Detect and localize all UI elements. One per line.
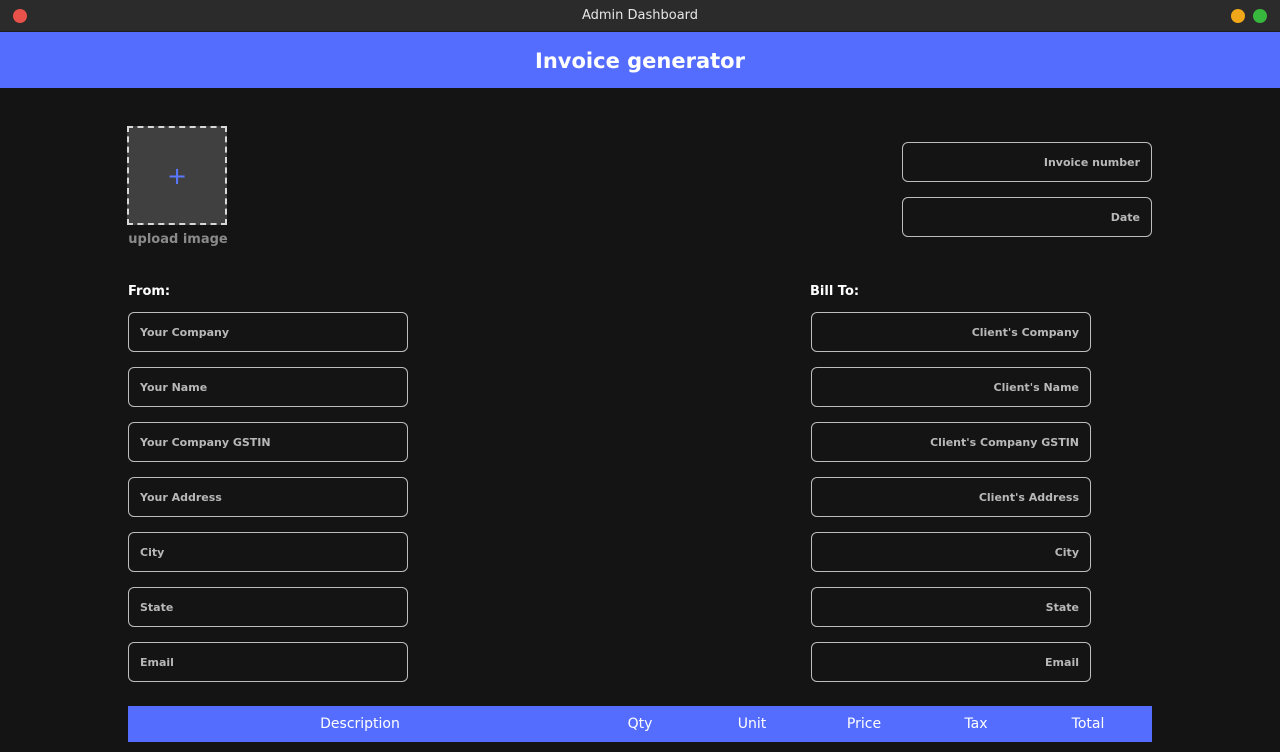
window-title: Admin Dashboard — [581, 8, 699, 23]
page-title: Invoice generator — [535, 49, 745, 73]
client-state-field[interactable] — [811, 587, 1091, 627]
app-header: Invoice generator — [0, 32, 1280, 88]
window-minimize-button[interactable] — [1231, 9, 1245, 23]
client-city-field[interactable] — [811, 532, 1091, 572]
client-email-field[interactable] — [811, 642, 1091, 682]
from-company-field[interactable] — [128, 312, 408, 352]
items-table-header: Description Qty Unit Price Tax Total — [128, 706, 1152, 742]
column-header-tax: Tax — [964, 716, 988, 732]
from-gstin-field[interactable] — [128, 422, 408, 462]
column-header-unit: Unit — [737, 716, 767, 732]
plus-icon: + — [166, 161, 188, 190]
column-header-qty: Qty — [627, 716, 653, 732]
invoice-date-field[interactable] — [902, 197, 1152, 237]
client-company-field[interactable] — [811, 312, 1091, 352]
column-header-total: Total — [1071, 716, 1105, 732]
from-label: From: — [128, 284, 171, 299]
column-header-description: Description — [320, 716, 400, 732]
window-maximize-button[interactable] — [1253, 9, 1267, 23]
client-name-field[interactable] — [811, 367, 1091, 407]
client-address-field[interactable] — [811, 477, 1091, 517]
upload-image-label: upload image — [128, 232, 228, 247]
invoice-number-field[interactable] — [902, 142, 1152, 182]
from-name-field[interactable] — [128, 367, 408, 407]
client-gstin-field[interactable] — [811, 422, 1091, 462]
from-state-field[interactable] — [128, 587, 408, 627]
bill-to-label: Bill To: — [810, 284, 860, 299]
from-email-field[interactable] — [128, 642, 408, 682]
window-titlebar: Admin Dashboard — [0, 0, 1280, 32]
column-header-price: Price — [846, 716, 882, 732]
from-address-field[interactable] — [128, 477, 408, 517]
from-city-field[interactable] — [128, 532, 408, 572]
upload-image-button[interactable]: + — [127, 126, 227, 225]
